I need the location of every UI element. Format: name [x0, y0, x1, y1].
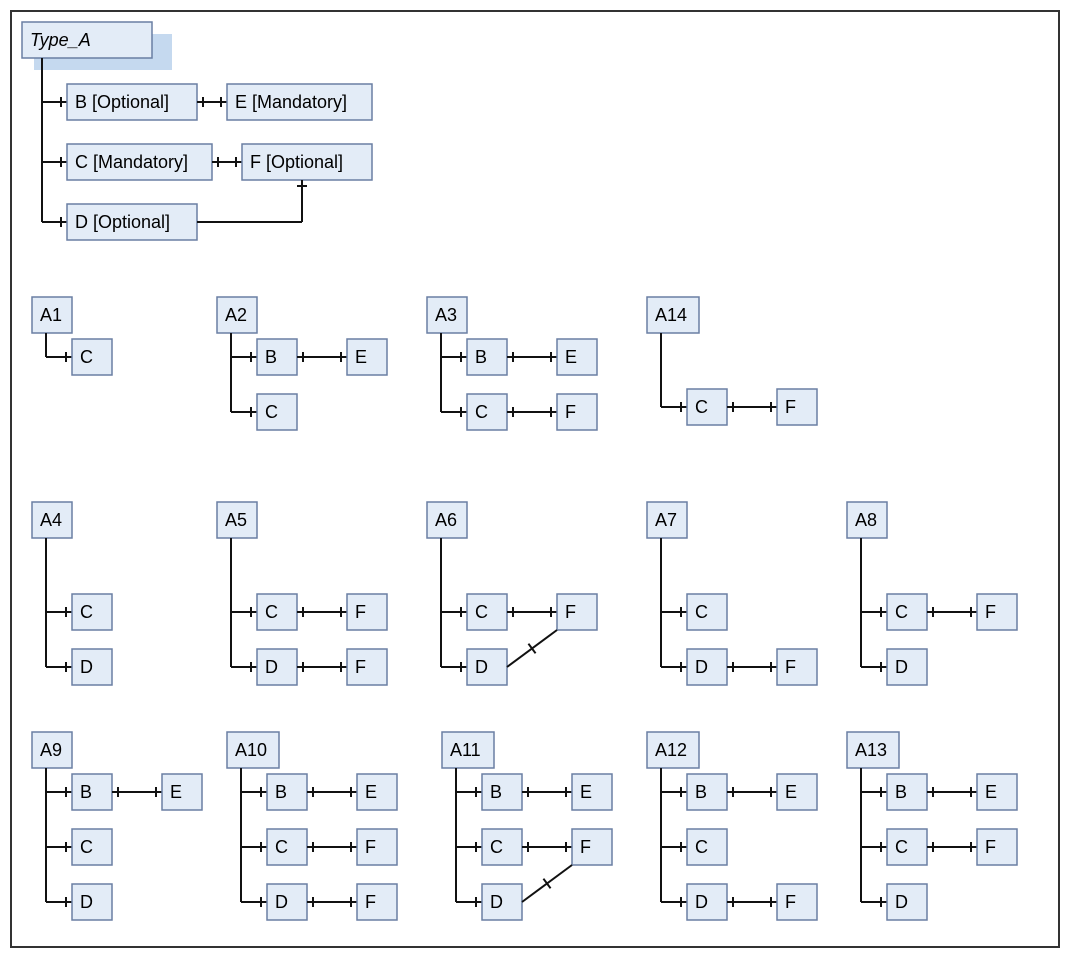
- inst-A13-E-label: E: [985, 782, 997, 802]
- instance-A14-label: A14: [655, 305, 687, 325]
- schema-E-label: E [Mandatory]: [235, 92, 347, 112]
- inst-A14-F-label: F: [785, 397, 796, 417]
- inst-A11-D-label: D: [490, 892, 503, 912]
- instance-A11-label: A11: [450, 740, 481, 760]
- inst-A1-C-label: C: [80, 347, 93, 367]
- inst-A5-F: [347, 594, 387, 630]
- inst-A6-F: [557, 594, 597, 630]
- type-root-label: Type_A: [30, 30, 91, 50]
- inst-A11-F-label: F: [580, 837, 591, 857]
- inst-A10-B-label: B: [275, 782, 287, 802]
- inst-A11-E-label: E: [580, 782, 592, 802]
- inst-A8-C-label: C: [895, 602, 908, 622]
- inst-A9-C-label: C: [80, 837, 93, 857]
- inst-A2-B-label: B: [265, 347, 277, 367]
- inst-A3-E-label: E: [565, 347, 577, 367]
- instance-A5-label: A5: [225, 510, 247, 530]
- inst-A8-D-label: D: [895, 657, 908, 677]
- schema-B-label: B [Optional]: [75, 92, 169, 112]
- inst-A7-F-label: F: [785, 657, 796, 677]
- inst-A3-B-label: B: [475, 347, 487, 367]
- inst-A12-B-label: B: [695, 782, 707, 802]
- inst-A13-B-label: B: [895, 782, 907, 802]
- instance-A12-label: A12: [655, 740, 687, 760]
- instance-A13-label: A13: [855, 740, 887, 760]
- inst-A10-F-label: F: [365, 892, 376, 912]
- inst-A7-D-label: D: [695, 657, 708, 677]
- inst-A13-D-label: D: [895, 892, 908, 912]
- inst-A5-D-label: D: [265, 657, 278, 677]
- inst-A8-F: [977, 594, 1017, 630]
- inst-A2-C-label: C: [265, 402, 278, 422]
- inst-A13-F-label: F: [985, 837, 996, 857]
- instance-A2-label: A2: [225, 305, 247, 325]
- inst-A7-F: [777, 649, 817, 685]
- schema-D-label: D [Optional]: [75, 212, 170, 232]
- inst-A9-D-label: D: [80, 892, 93, 912]
- inst-A5-F-label: F: [355, 602, 366, 622]
- inst-A9-B-label: B: [80, 782, 92, 802]
- instance-A1-label: A1: [40, 305, 62, 325]
- schema-C-label: C [Mandatory]: [75, 152, 188, 172]
- diagram-svg: Type_A B [Optional] E [Mandatory] C [Mandat…: [12, 12, 1062, 950]
- inst-A7-C-label: C: [695, 602, 708, 622]
- inst-A14-C-label: C: [695, 397, 708, 417]
- inst-A4-D-label: D: [80, 657, 93, 677]
- instance-A10-label: A10: [235, 740, 267, 760]
- inst-A9-E-label: E: [170, 782, 182, 802]
- inst-A12-D-label: D: [695, 892, 708, 912]
- instance-A9-label: A9: [40, 740, 62, 760]
- inst-A13-F: [977, 829, 1017, 865]
- inst-A10-F: [357, 884, 397, 920]
- inst-A12-F-label: F: [785, 892, 796, 912]
- inst-A10-E-label: E: [365, 782, 377, 802]
- diagram-frame: Type_A B [Optional] E [Mandatory] C [Mandat…: [10, 10, 1060, 948]
- inst-A10-C-label: C: [275, 837, 288, 857]
- inst-A12-E-label: E: [785, 782, 797, 802]
- inst-A10-D-label: D: [275, 892, 288, 912]
- inst-A3-F-label: F: [565, 402, 576, 422]
- inst-A3-F: [557, 394, 597, 430]
- schema-F-label: F [Optional]: [250, 152, 343, 172]
- inst-A11-F: [572, 829, 612, 865]
- inst-A12-F: [777, 884, 817, 920]
- instance-A7-label: A7: [655, 510, 677, 530]
- instance-A4-label: A4: [40, 510, 62, 530]
- instance-A8-label: A8: [855, 510, 877, 530]
- inst-A5-F: [347, 649, 387, 685]
- inst-A14-F: [777, 389, 817, 425]
- inst-A4-C-label: C: [80, 602, 93, 622]
- instance-A6-label: A6: [435, 510, 457, 530]
- inst-A5-F-label: F: [355, 657, 366, 677]
- inst-A6-C-label: C: [475, 602, 488, 622]
- inst-A3-C-label: C: [475, 402, 488, 422]
- inst-A6-F-label: F: [565, 602, 576, 622]
- inst-A6-D-label: D: [475, 657, 488, 677]
- inst-A10-F-label: F: [365, 837, 376, 857]
- inst-A12-C-label: C: [695, 837, 708, 857]
- inst-A8-F-label: F: [985, 602, 996, 622]
- instance-A3-label: A3: [435, 305, 457, 325]
- inst-A2-E-label: E: [355, 347, 367, 367]
- inst-A10-F: [357, 829, 397, 865]
- inst-A11-C-label: C: [490, 837, 503, 857]
- inst-A11-B-label: B: [490, 782, 502, 802]
- inst-A5-C-label: C: [265, 602, 278, 622]
- inst-A13-C-label: C: [895, 837, 908, 857]
